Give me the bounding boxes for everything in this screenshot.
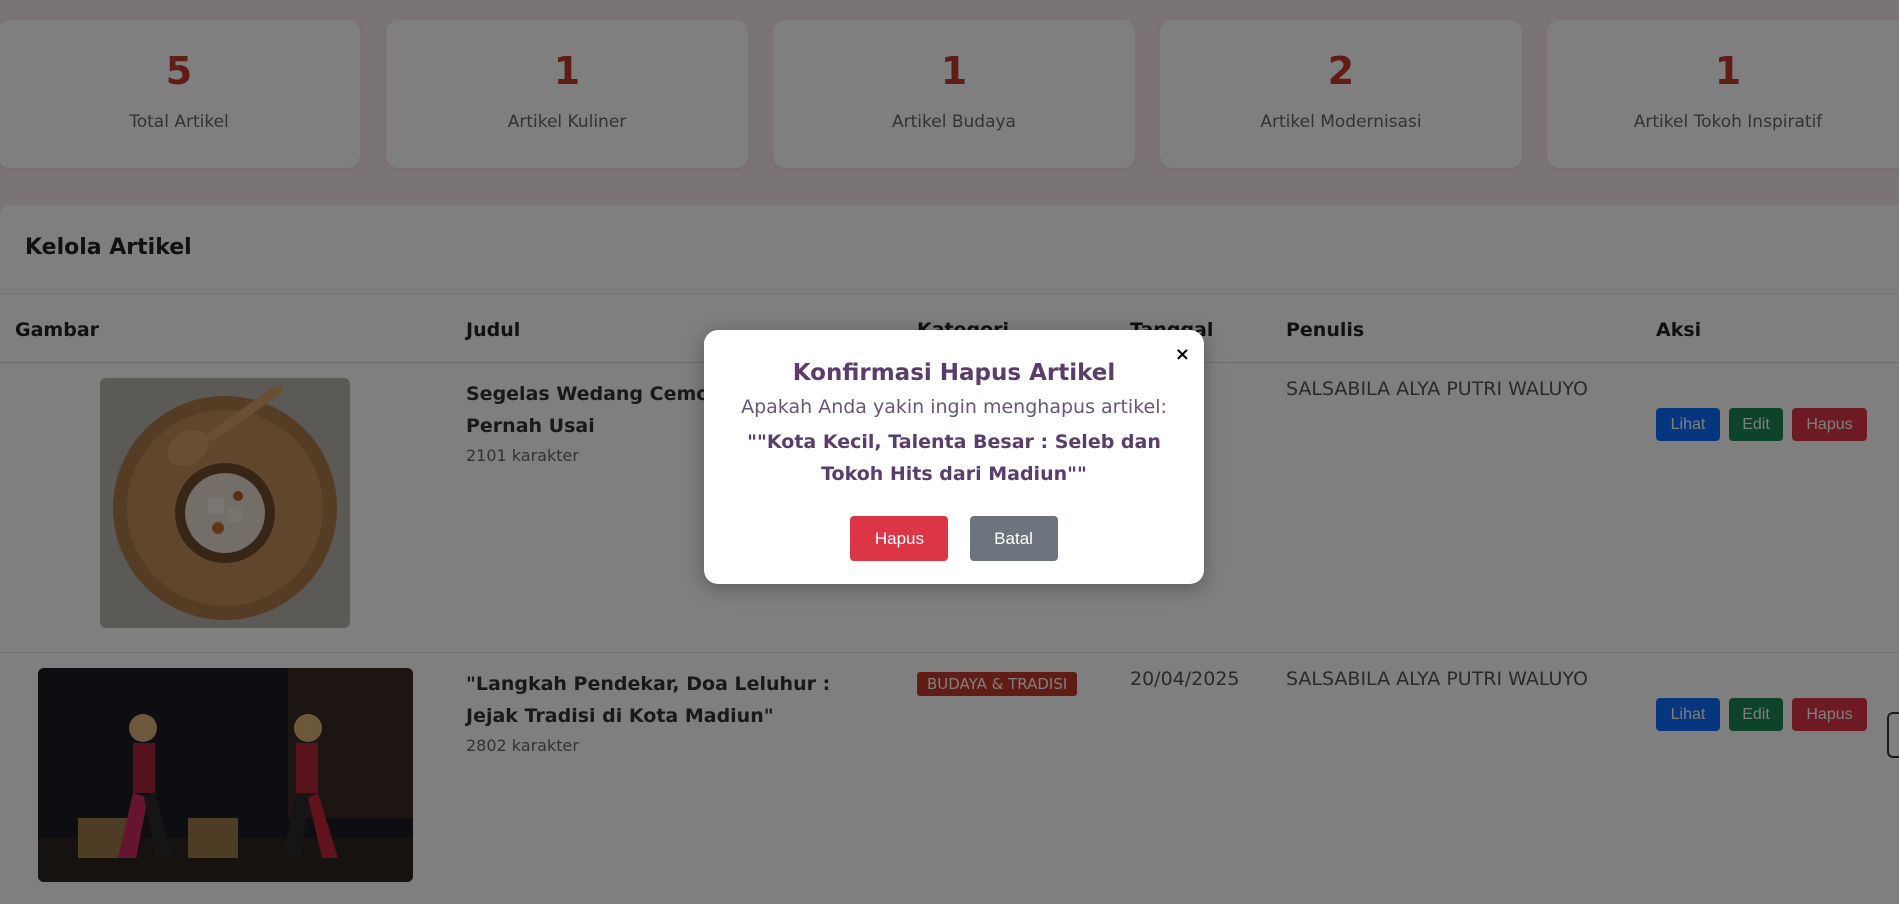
cancel-button[interactable]: Batal [969, 516, 1058, 561]
modal-actions: Hapus Batal [704, 516, 1204, 561]
delete-confirm-modal: × Konfirmasi Hapus Artikel Apakah Anda y… [704, 330, 1204, 584]
modal-message: Apakah Anda yakin ingin menghapus artike… [741, 396, 1167, 418]
confirm-delete-button[interactable]: Hapus [850, 516, 949, 561]
close-icon[interactable]: × [1175, 344, 1190, 365]
modal-title: Konfirmasi Hapus Artikel [792, 360, 1116, 386]
modal-article-title: ""Kota Kecil, Talenta Besar : Seleb dan … [747, 431, 1161, 485]
